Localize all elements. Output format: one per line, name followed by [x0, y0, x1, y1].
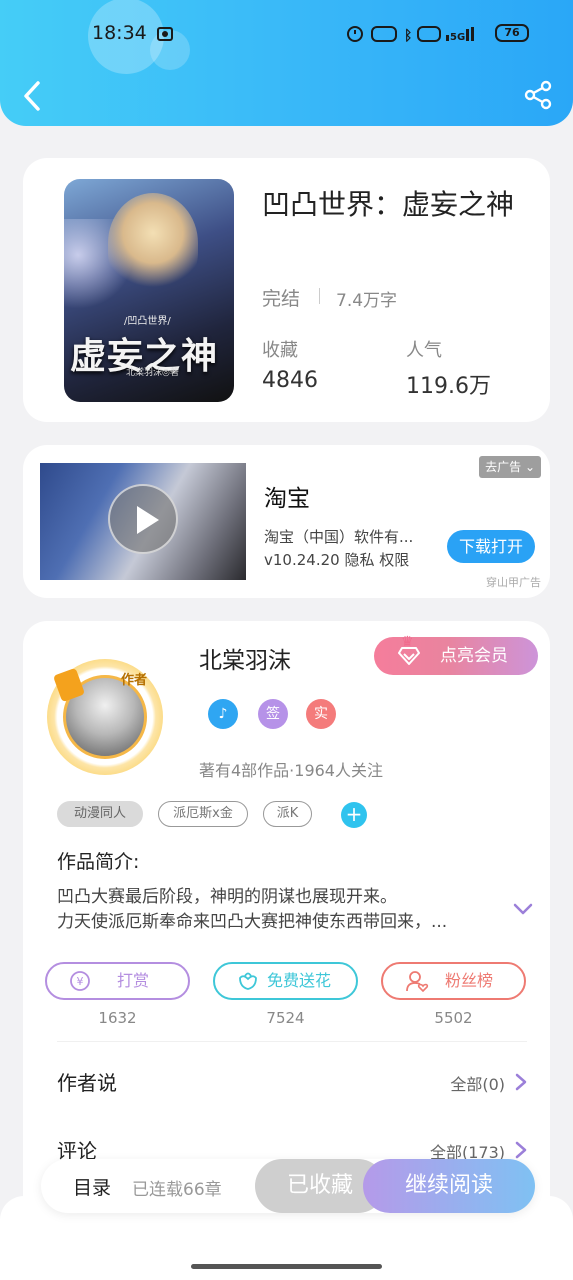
- author-name[interactable]: 北棠羽沫: [199, 641, 291, 675]
- ad-source: 穿山甲广告: [486, 576, 541, 589]
- author-says-row[interactable]: 作者说 全部(0): [57, 1067, 527, 1107]
- battery-indicator: 76: [495, 24, 529, 42]
- share-icon: [524, 80, 552, 110]
- fan-rank-button[interactable]: 粉丝榜: [381, 962, 526, 1000]
- chevron-down-icon: [513, 903, 533, 915]
- divider: [319, 288, 320, 304]
- book-title: 凹凸世界：虚妄之神: [262, 188, 515, 221]
- divider: [57, 1041, 527, 1042]
- top-header: 18:34 ᛒ 5G 76: [0, 0, 573, 126]
- fan-rank-label: 粉丝榜: [445, 971, 494, 990]
- signal-5g-icon: 5G: [450, 32, 465, 43]
- chevron-right-icon: [515, 1073, 527, 1091]
- tag-item[interactable]: 派K: [263, 801, 312, 827]
- expand-intro-button[interactable]: [512, 902, 534, 916]
- play-icon[interactable]: [108, 484, 178, 554]
- hd-icon: [417, 26, 441, 42]
- ad-card[interactable]: 淘宝 淘宝（中国）软件有... v10.24.20 隐私 权限 去广告 ⌄ 下载…: [23, 445, 550, 598]
- author-says-title: 作者说: [57, 1071, 117, 1095]
- send-flower-label: 免费送花: [267, 971, 332, 990]
- vip-button-label: 点亮会员: [440, 646, 508, 666]
- author-avatar-frame[interactable]: 作者: [47, 659, 163, 775]
- vip-button[interactable]: ♛ 点亮会员: [374, 634, 538, 675]
- cover-author: 北棠羽沫◎著: [126, 368, 179, 378]
- fan-rank-icon: [406, 971, 429, 992]
- chevron-down-icon: ⌄: [524, 460, 535, 474]
- download-open-button[interactable]: 下载打开: [447, 530, 535, 563]
- add-tag-button[interactable]: +: [341, 802, 367, 828]
- avatar-label: 作者: [121, 673, 148, 688]
- author-says-count: 全部(0): [450, 1075, 505, 1094]
- music-badge-icon: ♪: [208, 699, 238, 729]
- ad-company: 淘宝（中国）软件有...: [264, 528, 414, 546]
- book-info-card: /凹凸世界/ 虚妄之神 北棠羽沫◎著 凹凸世界：虚妄之神 完结 7.4万字 收藏…: [23, 158, 550, 422]
- diamond-icon: [398, 647, 420, 665]
- book-status: 完结: [262, 288, 301, 310]
- favorites-value: 4846: [262, 368, 318, 393]
- intro-line: 力天使派厄斯奉命来凹凸大赛把神使东西带回来，...: [57, 912, 448, 932]
- flower-count: 7524: [266, 1009, 305, 1027]
- bottom-action-bar: 目录 已连载66章 已收藏 继续阅读: [41, 1159, 535, 1213]
- flower-icon: [239, 972, 257, 990]
- toc-button[interactable]: 目录: [73, 1173, 111, 1200]
- chapter-count: 已连载66章: [132, 1180, 222, 1200]
- book-word-count: 7.4万字: [336, 291, 398, 311]
- popularity-value: 119.6万: [406, 374, 491, 399]
- back-button[interactable]: [18, 78, 48, 114]
- cover-subtitle: /凹凸世界/: [124, 316, 171, 327]
- svg-text:¥: ¥: [77, 975, 84, 988]
- fan-rank-count: 5502: [434, 1009, 473, 1027]
- favorites-label: 收藏: [262, 340, 298, 361]
- verified-badge: 实: [306, 699, 336, 729]
- signed-badge: 签: [258, 699, 288, 729]
- ad-app-name: 淘宝: [264, 486, 310, 512]
- home-indicator[interactable]: [191, 1264, 382, 1269]
- tag-item[interactable]: 派厄斯x金: [158, 801, 248, 827]
- popularity-label: 人气: [406, 340, 442, 361]
- tip-count: 1632: [98, 1009, 137, 1027]
- bluetooth-icon: ᛒ: [404, 28, 412, 44]
- intro-line: 凹凸大赛最后阶段，神明的阴谋也展现开来。: [57, 887, 397, 907]
- author-stats: 著有4部作品·1964人关注: [199, 761, 383, 780]
- remove-ad-label: 去广告: [485, 460, 522, 474]
- continue-reading-button[interactable]: 继续阅读: [363, 1159, 535, 1213]
- ad-version-info[interactable]: v10.24.20 隐私 权限: [264, 549, 409, 570]
- chevron-left-icon: [24, 81, 40, 111]
- tip-label: 打赏: [117, 971, 150, 990]
- cover-art: [108, 193, 198, 293]
- intro-title: 作品简介:: [57, 851, 140, 873]
- remove-ad-button[interactable]: 去广告 ⌄: [479, 456, 541, 478]
- yen-icon: ¥: [70, 971, 90, 991]
- send-flower-button[interactable]: 免费送花: [213, 962, 358, 1000]
- tip-button[interactable]: ¥ 打赏: [45, 962, 190, 1000]
- chevron-right-icon: [515, 1141, 527, 1159]
- share-button[interactable]: [523, 80, 553, 110]
- tv-icon: [157, 27, 173, 41]
- book-cover[interactable]: /凹凸世界/ 虚妄之神 北棠羽沫◎著: [64, 179, 234, 402]
- tag-item[interactable]: 动漫同人: [57, 801, 143, 827]
- status-time: 18:34: [92, 22, 147, 44]
- nfc-icon: [371, 26, 397, 42]
- intro-text: 凹凸大赛最后阶段，神明的阴谋也展现开来。 力天使派厄斯奉命来凹凸大赛把神使东西带…: [57, 885, 497, 935]
- ad-video-thumbnail[interactable]: [40, 463, 246, 580]
